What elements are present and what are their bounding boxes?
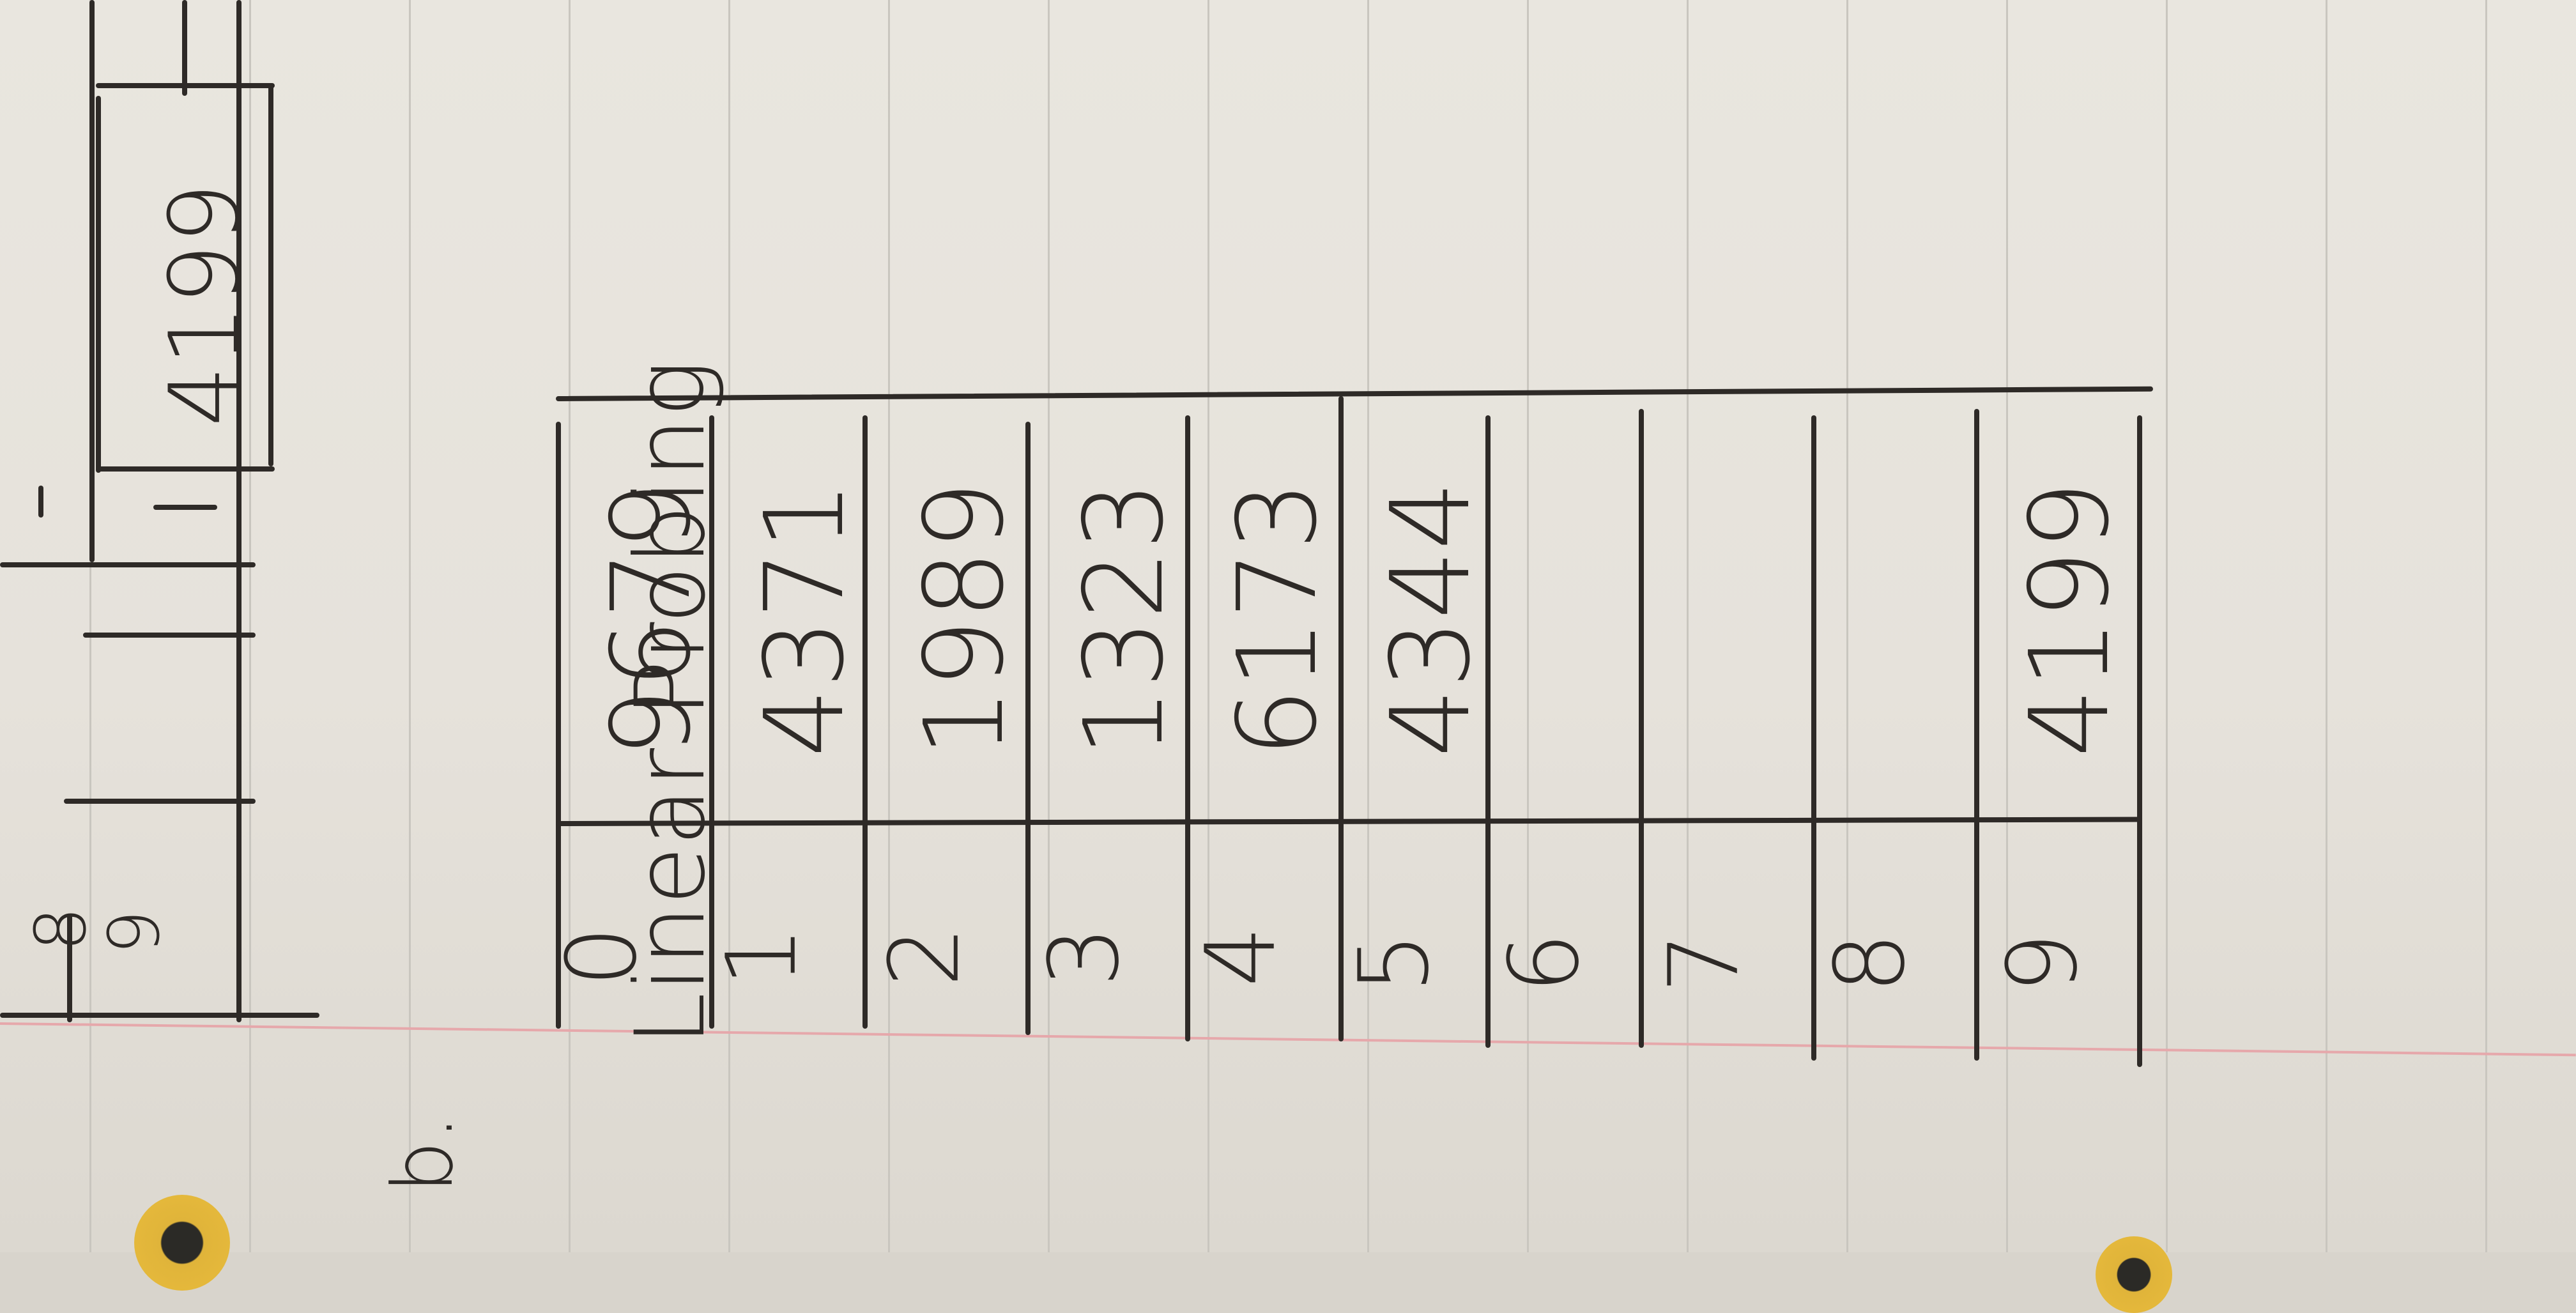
ruled-line xyxy=(2326,0,2327,1252)
row-index: 9 xyxy=(1987,932,2099,994)
ruled-line xyxy=(1208,0,1209,1252)
row-value: 4344 xyxy=(1368,480,1494,758)
row-index: 8 xyxy=(1814,932,1926,994)
row-value: 1323 xyxy=(1061,480,1188,758)
partial-index-9: 9 xyxy=(93,910,175,955)
notebook-page: 8 9 4199 b. Linear Probing 0 1 2 3 4 5 6… xyxy=(0,0,2576,1313)
row-index: 0 xyxy=(546,926,658,987)
row-index: 6 xyxy=(1489,932,1600,994)
ruled-line xyxy=(1048,0,1050,1252)
ruled-line xyxy=(1687,0,1689,1252)
ruled-line xyxy=(1527,0,1529,1252)
row-index: 3 xyxy=(1029,926,1140,987)
row-value: 6173 xyxy=(1215,480,1341,758)
row-value: 9679 xyxy=(588,480,715,758)
partial-chain-value: 4199 xyxy=(149,183,261,427)
row-index: 7 xyxy=(1648,932,1760,994)
problem-label: b. xyxy=(374,1114,471,1194)
ruled-line xyxy=(409,0,411,1252)
row-index: 2 xyxy=(869,926,981,987)
row-value: 4199 xyxy=(2007,480,2133,758)
margin-line xyxy=(0,1022,2576,1057)
binder-hole xyxy=(2096,1236,2172,1313)
binder-hole xyxy=(134,1195,230,1291)
ruled-line xyxy=(2166,0,2168,1252)
ruled-line xyxy=(1846,0,1848,1252)
row-index: 1 xyxy=(706,926,818,987)
row-value: 1989 xyxy=(901,480,1028,758)
row-value: 4371 xyxy=(742,480,868,758)
partial-index-8: 8 xyxy=(20,907,102,951)
ruled-line xyxy=(888,0,890,1252)
ruled-line xyxy=(569,0,571,1252)
ruled-line xyxy=(728,0,730,1252)
row-index: 4 xyxy=(1185,926,1297,987)
ruled-line xyxy=(2485,0,2487,1252)
row-index: 5 xyxy=(1338,932,1450,994)
